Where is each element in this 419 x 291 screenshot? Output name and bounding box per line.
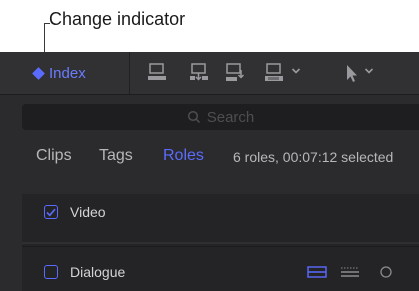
tab-clips[interactable]: Clips: [36, 147, 72, 165]
toolbar-divider: [129, 52, 130, 94]
index-tabs: Clips Tags Roles 6 roles, 00:07:12 selec…: [0, 143, 419, 167]
callout-label: Change indicator: [49, 9, 186, 29]
search-icon: [187, 110, 200, 124]
select-tool-icon[interactable]: [340, 60, 364, 86]
timeline-toolbar: Index: [0, 52, 419, 95]
checkbox-dialogue[interactable]: [44, 265, 58, 279]
append-clip-icon[interactable]: [145, 60, 169, 86]
focus-role-icon[interactable]: [378, 264, 394, 280]
row-divider: [22, 242, 419, 244]
search-placeholder: Search: [206, 108, 255, 126]
checkbox-video[interactable]: [44, 205, 58, 219]
chevron-down-icon[interactable]: [291, 67, 301, 75]
row-divider: [22, 246, 419, 247]
role-label-dialogue: Dialogue: [70, 264, 126, 280]
chevron-down-icon[interactable]: [364, 67, 374, 75]
role-row-dialogue[interactable]: Dialogue: [22, 256, 419, 288]
tab-roles[interactable]: Roles: [163, 147, 204, 165]
index-panel: Index Search Clips Tags Roles 6 roles, 0…: [0, 52, 419, 291]
tab-tags[interactable]: Tags: [99, 147, 133, 165]
change-indicator-icon: [32, 66, 45, 80]
connect-clip-icon[interactable]: [223, 60, 247, 86]
overwrite-clip-icon[interactable]: [262, 60, 286, 86]
roles-list: Video Dialogue: [22, 194, 419, 291]
selection-status: 6 roles, 00:07:12 selected: [233, 149, 394, 165]
insert-clip-icon[interactable]: [187, 60, 211, 86]
role-row-video[interactable]: Video: [22, 196, 419, 228]
subroles-icon[interactable]: [338, 264, 362, 280]
search-field[interactable]: Search: [22, 104, 419, 130]
index-label: Index: [49, 64, 86, 82]
checkmark-icon: [46, 208, 56, 216]
expand-lanes-icon[interactable]: [306, 264, 328, 280]
index-button[interactable]: Index: [32, 63, 86, 83]
role-label-video: Video: [70, 204, 106, 220]
